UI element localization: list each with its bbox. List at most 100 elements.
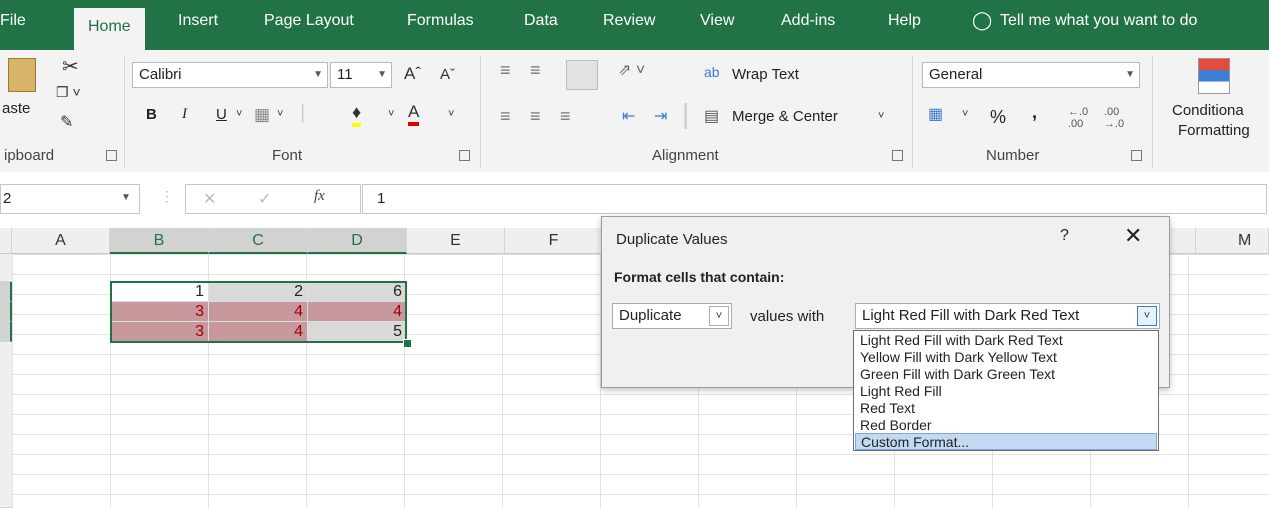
- option-green-fill-dark-green-text[interactable]: Green Fill with Dark Green Text: [855, 366, 1157, 383]
- option-light-red-fill[interactable]: Light Red Fill: [855, 383, 1157, 400]
- tab-page-layout[interactable]: Page Layout: [264, 12, 354, 30]
- format-painter-icon[interactable]: ✎: [60, 112, 73, 132]
- font-size-value: 11: [337, 66, 353, 83]
- accounting-format-icon[interactable]: ▦: [928, 104, 943, 124]
- font-size-select[interactable]: 11 ▼: [330, 62, 392, 88]
- formula-bar-grip-icon: ⋮: [160, 188, 174, 204]
- tab-help[interactable]: Help: [888, 12, 921, 30]
- underline-button[interactable]: U: [216, 106, 227, 123]
- bold-button[interactable]: B: [146, 106, 157, 123]
- chevron-down-icon[interactable]: ˅: [962, 108, 968, 120]
- tab-review[interactable]: Review: [603, 12, 655, 30]
- fill-color-icon[interactable]: ♦: [352, 102, 362, 127]
- format-select[interactable]: Light Red Fill with Dark Red Text ˅: [855, 303, 1160, 329]
- group-label-font: Font: [272, 147, 303, 164]
- font-launcher-icon[interactable]: [459, 150, 470, 161]
- cut-icon[interactable]: ✂: [62, 54, 79, 79]
- align-middle-icon[interactable]: ≡: [530, 60, 541, 81]
- chevron-down-icon[interactable]: ˅: [388, 108, 394, 120]
- row-header-selected[interactable]: [0, 282, 12, 302]
- decrease-font-icon[interactable]: Aˇ: [440, 66, 455, 83]
- selection-outline: [110, 281, 407, 343]
- values-with-label: values with: [750, 308, 825, 325]
- paste-icon[interactable]: [8, 58, 36, 92]
- chevron-down-icon[interactable]: ˅: [878, 110, 884, 122]
- dialog-prompt: Format cells that contain:: [614, 269, 785, 285]
- tab-insert[interactable]: Insert: [178, 12, 218, 30]
- cancel-icon[interactable]: ✕: [203, 189, 216, 209]
- chevron-down-icon[interactable]: ˅: [448, 108, 454, 120]
- group-divider: [124, 56, 125, 168]
- align-bottom-button[interactable]: [566, 60, 598, 90]
- number-format-select[interactable]: General ▼: [922, 62, 1140, 88]
- chevron-down-icon[interactable]: ˅: [236, 108, 242, 120]
- tab-data[interactable]: Data: [524, 12, 558, 30]
- decrease-indent-icon[interactable]: ⇤: [622, 106, 635, 126]
- col-header-m[interactable]: M: [1196, 228, 1269, 254]
- font-color-icon[interactable]: A: [408, 102, 420, 126]
- option-red-text[interactable]: Red Text: [855, 400, 1157, 417]
- orientation-icon[interactable]: ⇗ ˅: [618, 60, 645, 80]
- conditional-formatting-button[interactable]: Conditiona: [1172, 102, 1244, 119]
- rule-type-select[interactable]: Duplicate ˅: [612, 303, 732, 329]
- name-box[interactable]: 2 ▼: [0, 184, 140, 214]
- option-light-red-fill-dark-red-text[interactable]: Light Red Fill with Dark Red Text: [855, 332, 1157, 349]
- select-all-corner[interactable]: [0, 228, 12, 254]
- tab-home[interactable]: Home: [74, 8, 145, 50]
- align-right-icon[interactable]: ≡: [560, 106, 571, 127]
- divider-icon: |: [682, 98, 690, 129]
- row-header-selected[interactable]: [0, 322, 12, 342]
- row-header[interactable]: [0, 342, 12, 508]
- italic-button[interactable]: I: [182, 106, 187, 123]
- copy-icon[interactable]: ❐ ˅: [56, 84, 81, 101]
- option-yellow-fill-dark-yellow-text[interactable]: Yellow Fill with Dark Yellow Text: [855, 349, 1157, 366]
- tab-file[interactable]: File: [0, 12, 26, 30]
- comma-button[interactable]: ,: [1032, 102, 1037, 123]
- chevron-down-icon[interactable]: ˅: [709, 306, 729, 326]
- help-button[interactable]: ?: [1060, 227, 1069, 245]
- row-header[interactable]: [0, 254, 12, 282]
- alignment-launcher-icon[interactable]: [892, 150, 903, 161]
- tell-me-search[interactable]: Tell me what you want to do: [1000, 12, 1197, 30]
- chevron-down-icon[interactable]: ˅: [1137, 306, 1157, 326]
- increase-indent-icon[interactable]: ⇥: [654, 106, 667, 126]
- enter-icon[interactable]: ✓: [258, 189, 271, 209]
- col-header-c[interactable]: C: [209, 228, 308, 254]
- increase-decimal-icon[interactable]: ←.0.00: [1068, 106, 1088, 130]
- chevron-down-icon: ▼: [377, 69, 387, 80]
- formula-input[interactable]: 1: [362, 184, 1267, 214]
- tab-view[interactable]: View: [700, 12, 734, 30]
- tab-add-ins[interactable]: Add-ins: [781, 12, 835, 30]
- merge-center-button[interactable]: Merge & Center: [732, 108, 838, 125]
- percent-button[interactable]: %: [990, 107, 1006, 128]
- col-header-f[interactable]: F: [505, 228, 603, 254]
- wrap-text-button[interactable]: Wrap Text: [732, 66, 799, 83]
- align-left-icon[interactable]: ≡: [500, 106, 511, 127]
- group-label-alignment: Alignment: [652, 147, 719, 164]
- format-select-value: Light Red Fill with Dark Red Text: [862, 307, 1080, 324]
- option-red-border[interactable]: Red Border: [855, 417, 1157, 434]
- increase-font-icon[interactable]: Aˆ: [404, 64, 421, 84]
- insert-function-button[interactable]: fx: [314, 188, 325, 205]
- close-icon[interactable]: ✕: [1124, 223, 1142, 249]
- align-top-icon[interactable]: ≡: [500, 60, 511, 81]
- chevron-down-icon[interactable]: ˅: [277, 108, 283, 120]
- wrap-text-icon: ab: [704, 64, 720, 80]
- fill-handle[interactable]: [403, 339, 412, 348]
- clipboard-launcher-icon[interactable]: [106, 150, 117, 161]
- borders-icon[interactable]: ▦: [254, 105, 270, 125]
- decrease-decimal-icon[interactable]: .00 →.0: [1104, 106, 1124, 130]
- paste-button[interactable]: aste: [2, 100, 30, 117]
- align-center-icon[interactable]: ≡: [530, 106, 541, 127]
- conditional-formatting-icon[interactable]: [1198, 58, 1230, 94]
- group-divider: [1152, 56, 1153, 168]
- col-header-a[interactable]: A: [12, 228, 110, 254]
- number-launcher-icon[interactable]: [1131, 150, 1142, 161]
- tab-formulas[interactable]: Formulas: [407, 12, 474, 30]
- option-custom-format[interactable]: Custom Format...: [855, 433, 1157, 450]
- row-header-selected[interactable]: [0, 302, 12, 322]
- font-name-select[interactable]: Calibri ▼: [132, 62, 328, 88]
- col-header-d[interactable]: D: [308, 228, 407, 254]
- col-header-e[interactable]: E: [407, 228, 505, 254]
- col-header-b[interactable]: B: [110, 228, 209, 254]
